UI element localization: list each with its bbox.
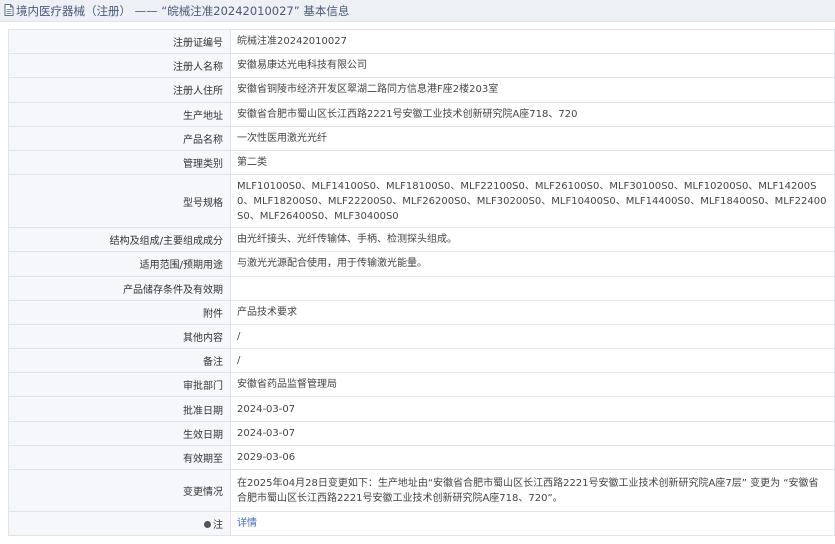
table-row: 型号规格 MLF10100S0、MLF14100S0、MLF18100S0、ML… — [8, 174, 835, 229]
row-value: 由光纤接头、光纤传输体、手柄、检测探头组成。 — [230, 227, 835, 253]
row-value: / — [230, 323, 835, 350]
row-value: / — [230, 348, 835, 374]
row-value: MLF10100S0、MLF14100S0、MLF18100S0、MLF2210… — [230, 174, 835, 229]
table-row: 产品储存条件及有效期 — [8, 275, 835, 301]
table-row: 注册人名称 安徽易康达光电科技有限公司 — [8, 53, 835, 79]
detail-table: 注册证编号 皖械注准20242010027 注册人名称 安徽易康达光电科技有限公… — [8, 28, 835, 537]
row-value: 详情 — [230, 510, 835, 537]
row-value — [230, 275, 835, 301]
table-row: 注册人住所 安徽省铜陵市经济开发区翠湖二路同方信息港F座2楼203室 — [8, 77, 835, 103]
row-label: 结构及组成/主要组成成分 — [8, 227, 231, 253]
row-label: 管理类别 — [8, 149, 231, 176]
row-value: 与激光光源配合使用，用于传输激光能量。 — [230, 251, 835, 277]
row-label: 生效日期 — [8, 420, 231, 446]
row-label: 注册证编号 — [8, 28, 231, 55]
note-label: 注 — [213, 520, 223, 532]
table-row: 管理类别 第二类 — [8, 149, 835, 176]
details-link[interactable]: 详情 — [237, 518, 257, 529]
row-label: 备注 — [8, 348, 231, 374]
row-label: 附件 — [8, 299, 231, 325]
row-label: 适用范围/预期用途 — [8, 251, 231, 277]
table-row: 其他内容 / — [8, 323, 835, 350]
table-row: 备注 / — [8, 348, 835, 374]
row-label: 注册人名称 — [8, 53, 231, 79]
table-row: 生效日期 2024-03-07 — [8, 420, 835, 446]
pin-icon — [204, 520, 211, 528]
row-value: 安徽省合肥市蜀山区长江西路2221号安徽工业技术创新研究院A座718、720 — [230, 101, 835, 127]
table-row: 变更情况 在2025年04月28日变更如下：生产地址由“安徽省合肥市蜀山区长江西… — [8, 469, 835, 512]
row-label: 批准日期 — [8, 396, 231, 422]
row-label: 其他内容 — [8, 323, 231, 350]
row-label: 审批部门 — [8, 372, 231, 398]
row-label: 生产地址 — [8, 101, 231, 127]
table-row: 有效期至 2029-03-06 — [8, 444, 835, 471]
table-row: 生产地址 安徽省合肥市蜀山区长江西路2221号安徽工业技术创新研究院A座718、… — [8, 101, 835, 127]
row-value: 第二类 — [230, 149, 835, 176]
row-label: 注册人住所 — [8, 77, 231, 103]
row-label: 产品名称 — [8, 125, 231, 151]
row-label: 变更情况 — [8, 469, 231, 512]
page-title: 境内医疗器械（注册） —— “皖械注准20242010027” 基本信息 — [16, 3, 350, 18]
row-value: 安徽省铜陵市经济开发区翠湖二路同方信息港F座2楼203室 — [230, 77, 835, 103]
row-value: 安徽省药品监督管理局 — [230, 372, 835, 398]
row-label: 产品储存条件及有效期 — [8, 275, 231, 301]
row-value: 在2025年04月28日变更如下：生产地址由“安徽省合肥市蜀山区长江西路2221… — [230, 469, 835, 512]
page-title-bar: 境内医疗器械（注册） —— “皖械注准20242010027” 基本信息 — [0, 0, 835, 22]
row-value: 一次性医用激光光纤 — [230, 125, 835, 151]
row-value: 2024-03-07 — [230, 420, 835, 446]
table-row: 结构及组成/主要组成成分 由光纤接头、光纤传输体、手柄、检测探头组成。 — [8, 227, 835, 253]
table-row: 附件 产品技术要求 — [8, 299, 835, 325]
row-value: 皖械注准20242010027 — [230, 28, 835, 55]
table-row: 产品名称 一次性医用激光光纤 — [8, 125, 835, 151]
row-label: 型号规格 — [8, 174, 231, 229]
table-row-details: 注 详情 — [8, 510, 835, 537]
row-label: 有效期至 — [8, 444, 231, 471]
table-row: 批准日期 2024-03-07 — [8, 396, 835, 422]
row-label: 注 — [8, 510, 231, 537]
table-row: 注册证编号 皖械注准20242010027 — [8, 28, 835, 55]
table-row: 审批部门 安徽省药品监督管理局 — [8, 372, 835, 398]
document-icon — [4, 3, 14, 16]
row-value: 产品技术要求 — [230, 299, 835, 325]
row-value: 2029-03-06 — [230, 444, 835, 471]
row-value: 安徽易康达光电科技有限公司 — [230, 53, 835, 79]
row-value: 2024-03-07 — [230, 396, 835, 422]
table-row: 适用范围/预期用途 与激光光源配合使用，用于传输激光能量。 — [8, 251, 835, 277]
